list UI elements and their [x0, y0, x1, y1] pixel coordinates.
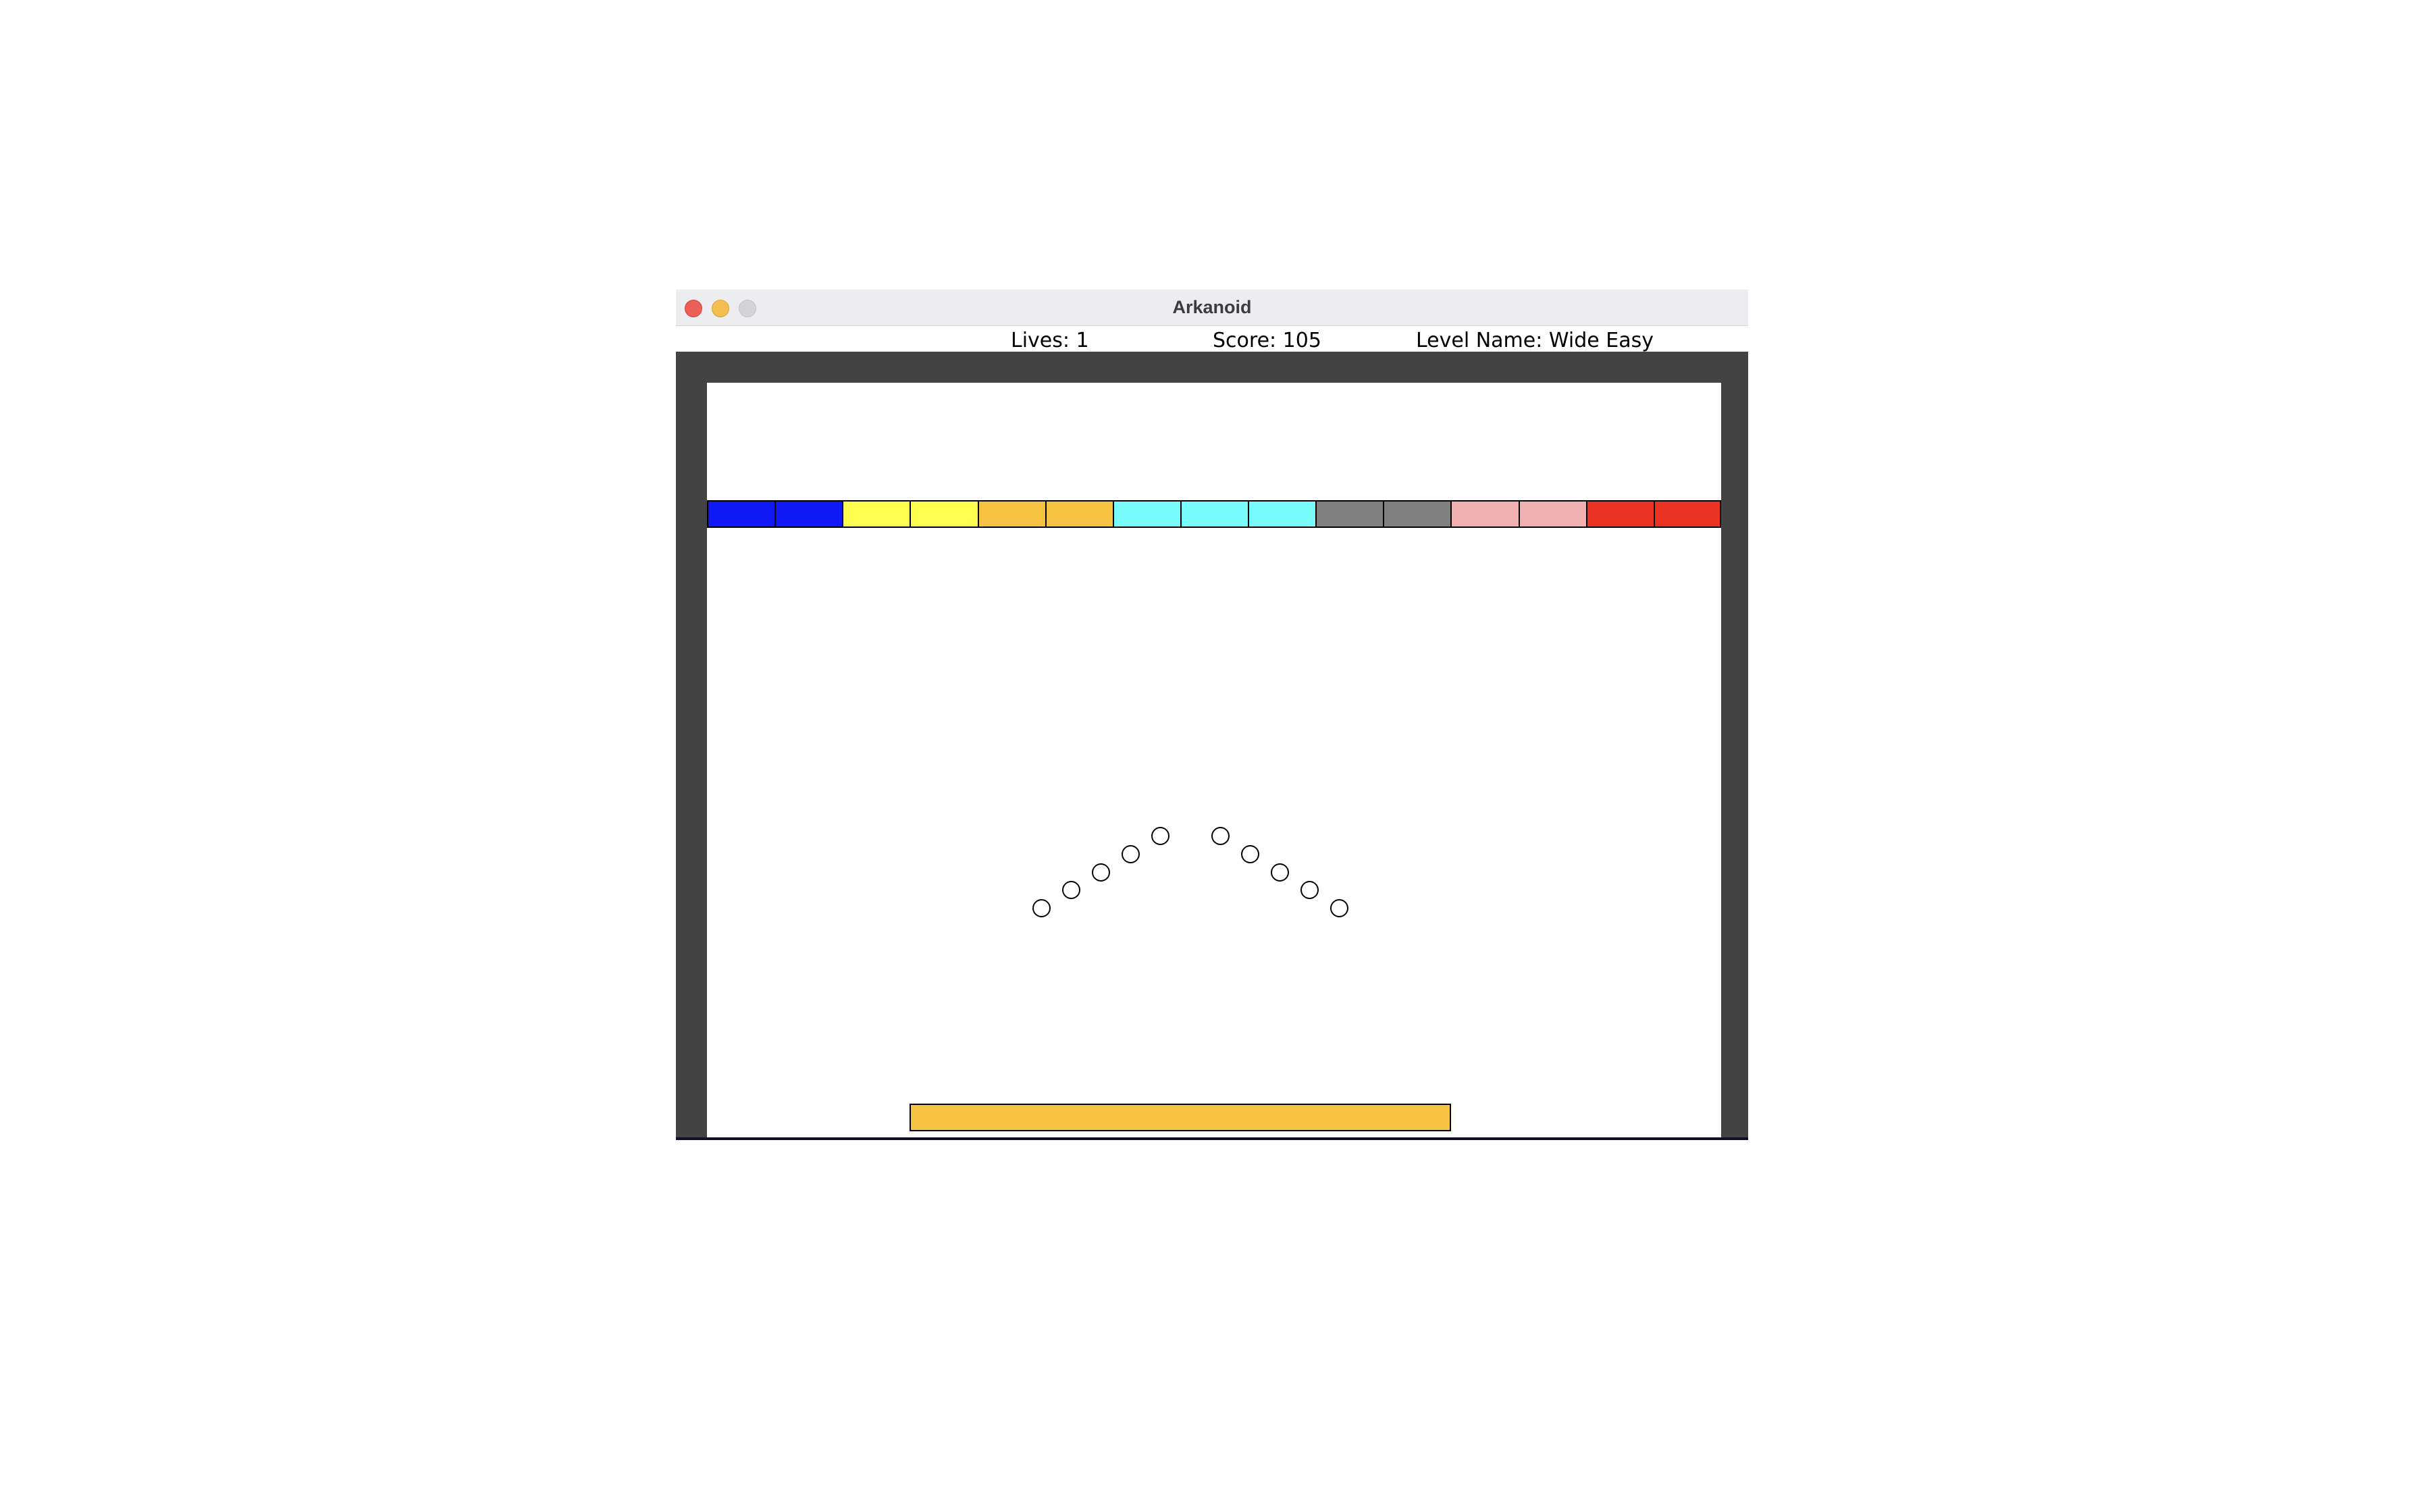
- score-indicator: Score: 105: [1213, 329, 1321, 352]
- game-board[interactable]: [676, 352, 1748, 1138]
- brick: [707, 500, 776, 528]
- play-area: [707, 383, 1721, 1138]
- paddle[interactable]: [910, 1104, 1451, 1131]
- brick: [1383, 500, 1452, 528]
- brick: [910, 500, 979, 528]
- game-window: Arkanoid Lives: 1 Score: 105 Level Name:…: [676, 290, 1748, 1140]
- window-title: Arkanoid: [1172, 297, 1252, 317]
- brick: [1315, 500, 1384, 528]
- title-bar: Arkanoid: [676, 290, 1748, 326]
- lives-indicator: Lives: 1: [1011, 329, 1089, 352]
- brick: [1045, 500, 1114, 528]
- brick: [1586, 500, 1655, 528]
- brick: [1654, 500, 1721, 528]
- level-name-indicator: Level Name: Wide Easy: [1416, 329, 1654, 352]
- brick-row: [707, 500, 1721, 528]
- brick: [1519, 500, 1587, 528]
- brick: [978, 500, 1047, 528]
- brick: [1180, 500, 1249, 528]
- bottom-edge: [676, 1137, 1748, 1140]
- brick: [842, 500, 911, 528]
- brick: [1248, 500, 1317, 528]
- brick: [774, 500, 843, 528]
- brick: [1113, 500, 1182, 528]
- game-hud: Lives: 1 Score: 105 Level Name: Wide Eas…: [676, 326, 1748, 352]
- brick: [1450, 500, 1520, 528]
